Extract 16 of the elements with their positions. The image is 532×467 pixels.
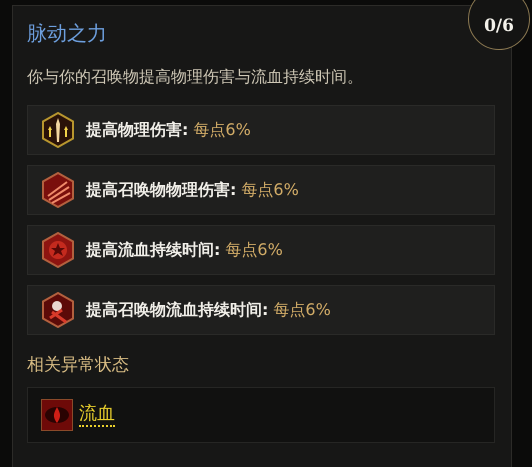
sword-arrows-icon [40, 112, 76, 148]
effect-label: 提高物理伤害: [86, 120, 188, 138]
effect-label: 提高召唤物流血持续时间: [86, 300, 268, 318]
effect-value: 每点6% [225, 240, 283, 258]
status-link[interactable]: 流血 [79, 403, 115, 427]
effect-label: 提高召唤物物理伤害: [86, 180, 236, 198]
points-badge: 0/6 [468, 0, 530, 50]
effect-value: 每点6% [193, 120, 251, 138]
effect-value: 每点6% [273, 300, 331, 318]
description-text: 你与你的召唤物提高物理伤害与流血持续时间。 [27, 66, 364, 88]
blood-star-icon [40, 232, 76, 268]
blood-drop-icon [41, 399, 73, 431]
section-heading: 相关异常状态 [27, 354, 130, 377]
claw-slash-icon [40, 172, 76, 208]
effect-value: 每点6% [241, 180, 299, 198]
effect-label: 提高流血持续时间: [86, 240, 220, 258]
